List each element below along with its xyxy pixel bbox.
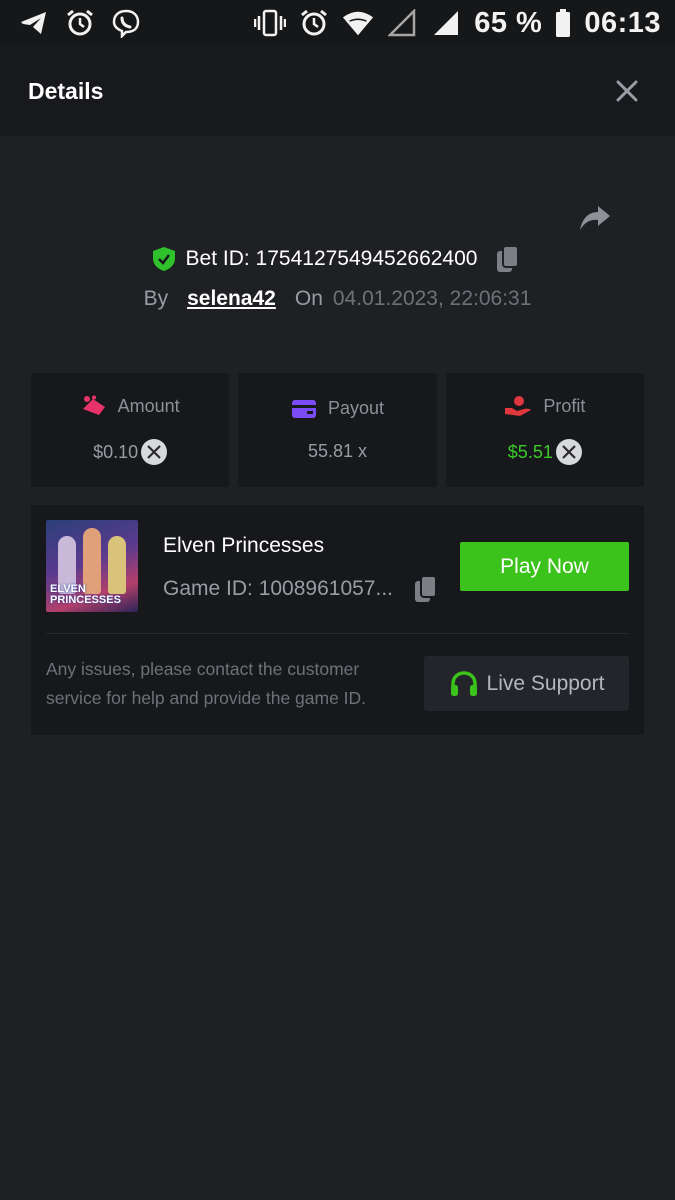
xrp-coin-icon <box>555 439 582 465</box>
copy-icon <box>497 245 520 272</box>
play-now-button[interactable]: Play Now <box>460 542 629 591</box>
close-button[interactable] <box>607 71 647 111</box>
username-link[interactable]: selena42 <box>187 287 276 311</box>
signal-empty-icon <box>386 7 418 39</box>
battery-percent: 65 % <box>474 6 543 39</box>
by-label: By <box>143 287 169 310</box>
payout-card: Payout 55.81 x <box>238 373 437 487</box>
support-hint-text: Any issues, please contact the customer … <box>46 659 367 708</box>
profit-card: Profit $5.51 <box>445 373 644 487</box>
game-thumbnail-title: ELVEN PRINCESSES <box>50 583 121 606</box>
payout-card-icon <box>291 399 317 419</box>
profit-value: $5.51 <box>507 441 553 462</box>
signal-icon <box>430 7 462 39</box>
vibrate-icon <box>254 7 287 39</box>
amount-label: Amount <box>117 395 180 416</box>
game-id: Game ID: 1008961057... <box>163 577 393 600</box>
bet-meta-row: By selena42 On 04.01.2023, 22:06:31 <box>0 287 675 311</box>
bet-date: 04.01.2023, 22:06:31 <box>332 287 532 310</box>
profit-hand-icon <box>504 395 532 417</box>
live-support-label: Live Support <box>486 671 605 695</box>
game-thumbnail[interactable]: ELVEN PRINCESSES <box>46 520 138 612</box>
bet-id: Bet ID: 1754127549452662400 <box>185 247 478 270</box>
copy-icon <box>415 575 437 602</box>
divider <box>46 633 629 634</box>
payout-label: Payout <box>327 398 385 418</box>
status-bar: 65 % 06:13 <box>0 0 675 46</box>
amount-value: $0.10 <box>93 441 139 462</box>
game-name: Elven Princesses <box>163 534 325 557</box>
share-icon <box>580 206 610 230</box>
headset-icon <box>449 670 479 698</box>
on-label: On <box>294 287 323 310</box>
viber-icon <box>110 7 142 39</box>
page-title: Details <box>28 77 104 104</box>
alarm-icon <box>64 7 96 39</box>
payout-value: 55.81 x <box>307 441 368 461</box>
battery-icon <box>554 7 572 39</box>
copy-game-id-button[interactable] <box>411 574 441 604</box>
profit-label: Profit <box>543 395 586 416</box>
verified-shield-icon <box>152 246 176 272</box>
copy-bet-id-button[interactable] <box>493 244 523 274</box>
details-header: Details <box>0 46 675 136</box>
xrp-coin-icon <box>141 439 168 465</box>
telegram-icon <box>18 7 50 39</box>
game-card: ELVEN PRINCESSES Elven Princesses Game I… <box>31 505 644 735</box>
clock: 06:13 <box>584 6 661 39</box>
alarm-icon <box>298 7 330 39</box>
bet-id-row: Bet ID: 1754127549452662400 <box>0 244 675 274</box>
live-support-button[interactable]: Live Support <box>424 656 629 711</box>
amount-icon <box>81 395 107 417</box>
bet-stats: Amount $0.10 Payout 55.81 x Profit $5.51 <box>31 373 644 487</box>
wifi-icon <box>342 7 374 39</box>
close-icon <box>616 80 638 102</box>
amount-card: Amount $0.10 <box>31 373 230 487</box>
share-button[interactable] <box>574 200 616 236</box>
